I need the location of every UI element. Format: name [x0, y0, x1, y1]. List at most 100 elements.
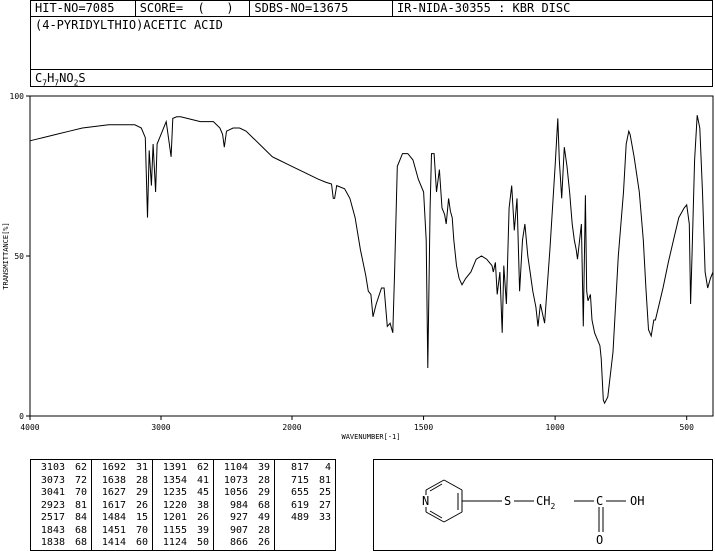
peak-wavenumber: 1220: [162, 499, 187, 511]
peak-wavenumber: 1056: [223, 487, 248, 498]
molecular-formula: C7H7NO2S: [30, 69, 713, 87]
peak-transmittance: 62: [196, 462, 209, 473]
peak-wavenumber: 907: [229, 524, 248, 536]
peak-transmittance: 68: [74, 537, 87, 548]
peak-wavenumber: 1235: [162, 487, 187, 498]
peak-wavenumber: 2517: [40, 512, 65, 523]
peak-row: 1104 39: [218, 462, 270, 475]
x-tick-label: 2000: [282, 423, 301, 432]
peak-transmittance: 60: [135, 537, 148, 548]
peak-row: 2517 84: [35, 512, 87, 525]
peak-transmittance: 25: [318, 487, 331, 498]
peak-transmittance: 49: [257, 512, 270, 523]
peak-row: 1235 45: [157, 487, 209, 500]
atom-c: C: [596, 494, 603, 508]
atom-n: N: [422, 494, 429, 508]
atom-s: S: [504, 494, 511, 508]
peak-column: 3103 62 3073 72 3041 70 2923 81 2517 84 1843 68 1838…: [31, 460, 92, 550]
peak-wavenumber: 927: [229, 512, 248, 523]
peak-column: 1104 39 1073 28 1056 29 984 68 927 49 907 28 866 26: [214, 460, 275, 550]
peak-row: 1843 68: [35, 525, 87, 538]
peak-transmittance: 45: [196, 487, 209, 498]
ch2-label: CH2: [536, 494, 555, 511]
peak-wavenumber: 1391: [162, 462, 187, 473]
peak-wavenumber: 1073: [223, 474, 248, 486]
peak-row: 1354 41: [157, 475, 209, 488]
peak-wavenumber: 1638: [101, 474, 126, 486]
peak-wavenumber: 489: [290, 512, 309, 523]
peak-column: 817 4 715 81 655 25 619 27 489 33: [275, 460, 335, 550]
peak-wavenumber: 1617: [101, 499, 126, 511]
peak-wavenumber: 1155: [162, 524, 187, 536]
peak-wavenumber: 866: [229, 537, 248, 548]
peak-transmittance: 26: [196, 512, 209, 523]
peak-wavenumber: 3073: [40, 474, 65, 486]
y-tick-label: 0: [19, 412, 24, 421]
peak-transmittance: 27: [318, 499, 331, 511]
peak-transmittance: 41: [196, 474, 209, 486]
carbonyl-oxygen: O: [596, 533, 603, 547]
peak-row: 1391 62: [157, 462, 209, 475]
peak-transmittance: 38: [196, 499, 209, 511]
peak-transmittance: 50: [196, 537, 209, 548]
y-tick-label: 50: [14, 252, 24, 261]
peak-transmittance: 26: [135, 499, 148, 511]
peak-row: 1056 29: [218, 487, 270, 500]
peak-transmittance: 81: [74, 499, 87, 511]
peak-row: 1451 70: [96, 525, 148, 538]
peak-wavenumber: 1484: [101, 512, 126, 523]
peak-wavenumber: 715: [290, 474, 309, 486]
peak-row: 1838 68: [35, 537, 87, 550]
peak-row: 619 27: [279, 500, 331, 513]
y-axis-label: TRANSMITTANCE[%]: [2, 222, 10, 289]
x-axis-label: WAVENUMBER[-1]: [341, 433, 400, 441]
peak-row: 1638 28: [96, 475, 148, 488]
peak-row: 1484 15: [96, 512, 148, 525]
peak-row: 1124 50: [157, 537, 209, 550]
peak-wavenumber: 619: [290, 499, 309, 511]
peak-row: 1155 39: [157, 525, 209, 538]
peak-transmittance: 29: [257, 487, 270, 498]
peak-transmittance: 72: [74, 474, 87, 486]
x-tick-label: 3000: [151, 423, 170, 432]
peak-wavenumber: 1451: [101, 524, 126, 536]
peak-transmittance: 33: [318, 512, 331, 523]
peak-wavenumber: 1414: [101, 537, 126, 548]
sdbs-number: SDBS-NO=13675: [250, 1, 393, 16]
peak-wavenumber: 1354: [162, 474, 187, 486]
spectrum-header: HIT-NO=7085 SCORE= ( ) SDBS-NO=13675 IR-…: [30, 0, 713, 88]
x-tick-label: 4000: [20, 423, 39, 432]
peak-row: 866 26: [218, 537, 270, 550]
peak-transmittance: 28: [257, 524, 270, 536]
chemical-structure: N S CH2 C OH O: [422, 479, 644, 547]
peak-transmittance: 81: [318, 474, 331, 486]
peak-wavenumber: 655: [290, 487, 309, 498]
peak-row: 817 4: [279, 462, 331, 475]
compound-name: (4-PYRIDYLTHIO)ACETIC ACID: [30, 16, 713, 70]
peak-row: 1617 26: [96, 500, 148, 513]
peak-wavenumber: 1104: [223, 462, 248, 473]
peak-row: 1201 26: [157, 512, 209, 525]
plot-frame: [29, 95, 714, 417]
peak-wavenumber: 3041: [40, 487, 65, 498]
peak-row: 1692 31: [96, 462, 148, 475]
peak-row: 1414 60: [96, 537, 148, 550]
peak-row: 3073 72: [35, 475, 87, 488]
ir-spectrum-chart: 4000 3000 2000 1500 1000 500100500 WAVENUMBER…: [2, 92, 714, 441]
peak-row: 907 28: [218, 525, 270, 538]
peak-transmittance: 70: [135, 524, 148, 536]
y-tick-label: 100: [10, 92, 25, 101]
peak-row: 1627 29: [96, 487, 148, 500]
peak-wavenumber: 2923: [40, 499, 65, 511]
peak-row: 984 68: [218, 500, 270, 513]
peak-row: 1220 38: [157, 500, 209, 513]
peak-transmittance: 29: [135, 487, 148, 498]
peak-transmittance: 31: [135, 462, 148, 473]
x-tick-label: 1000: [545, 423, 564, 432]
peak-wavenumber: 1201: [162, 512, 187, 523]
peak-transmittance: 70: [74, 487, 87, 498]
peak-row: 3041 70: [35, 487, 87, 500]
peak-transmittance: 68: [257, 499, 270, 511]
peak-transmittance: 39: [196, 524, 209, 536]
peak-wavenumber: 1843: [40, 524, 65, 536]
